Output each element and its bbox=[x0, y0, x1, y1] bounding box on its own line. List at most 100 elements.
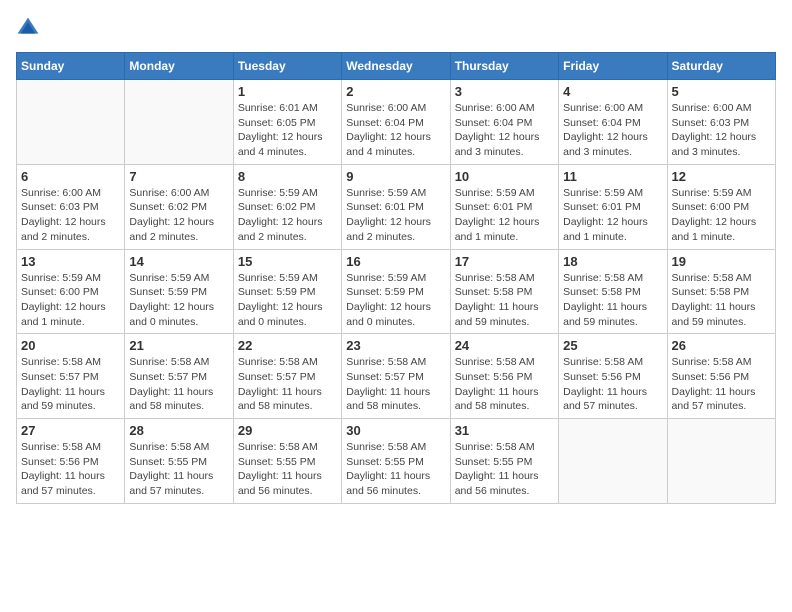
weekday-header-friday: Friday bbox=[559, 53, 667, 80]
day-info: Sunrise: 5:58 AM Sunset: 5:56 PM Dayligh… bbox=[455, 355, 554, 414]
day-info: Sunrise: 5:59 AM Sunset: 6:01 PM Dayligh… bbox=[346, 186, 445, 245]
day-number: 25 bbox=[563, 338, 662, 353]
day-number: 13 bbox=[21, 254, 120, 269]
calendar-cell: 30Sunrise: 5:58 AM Sunset: 5:55 PM Dayli… bbox=[342, 419, 450, 504]
day-info: Sunrise: 6:00 AM Sunset: 6:04 PM Dayligh… bbox=[455, 101, 554, 160]
day-number: 16 bbox=[346, 254, 445, 269]
calendar-cell: 12Sunrise: 5:59 AM Sunset: 6:00 PM Dayli… bbox=[667, 164, 775, 249]
calendar-cell: 14 Sunrise: 5:59 AM Sunset: 5:59 PM Dayli… bbox=[125, 249, 233, 334]
day-info: Sunrise: 5:59 AM Sunset: 6:01 PM Dayligh… bbox=[455, 186, 554, 245]
calendar-cell: 22Sunrise: 5:58 AM Sunset: 5:57 PM Dayli… bbox=[233, 334, 341, 419]
day-number: 1 bbox=[238, 84, 337, 99]
day-number: 24 bbox=[455, 338, 554, 353]
day-info: Sunrise: 6:01 AM Sunset: 6:05 PM Dayligh… bbox=[238, 101, 337, 160]
day-info: Sunrise: 5:58 AM Sunset: 5:55 PM Dayligh… bbox=[346, 440, 445, 499]
day-info: Sunrise: 5:59 AM Sunset: 6:01 PM Dayligh… bbox=[563, 186, 662, 245]
weekday-header-row: SundayMondayTuesdayWednesdayThursdayFrid… bbox=[17, 53, 776, 80]
calendar-cell: 4 Sunrise: 6:00 AM Sunset: 6:04 PM Daylig… bbox=[559, 80, 667, 165]
day-info: Sunrise: 6:00 AM Sunset: 6:02 PM Dayligh… bbox=[129, 186, 228, 245]
day-info: Sunrise: 5:59 AM Sunset: 6:02 PM Dayligh… bbox=[238, 186, 337, 245]
day-number: 21 bbox=[129, 338, 228, 353]
calendar-cell: 24 Sunrise: 5:58 AM Sunset: 5:56 PM Dayli… bbox=[450, 334, 558, 419]
calendar-cell bbox=[559, 419, 667, 504]
day-info: Sunrise: 5:58 AM Sunset: 5:57 PM Dayligh… bbox=[346, 355, 445, 414]
day-number: 2 bbox=[346, 84, 445, 99]
calendar-cell: 19 Sunrise: 5:58 AM Sunset: 5:58 PM Dayli… bbox=[667, 249, 775, 334]
calendar-week-row: 6 Sunrise: 6:00 AM Sunset: 6:03 PM Daylig… bbox=[17, 164, 776, 249]
calendar-cell: 31 Sunrise: 5:58 AM Sunset: 5:55 PM Dayli… bbox=[450, 419, 558, 504]
weekday-header-monday: Monday bbox=[125, 53, 233, 80]
calendar-cell: 25 Sunrise: 5:58 AM Sunset: 5:56 PM Dayli… bbox=[559, 334, 667, 419]
calendar-cell: 29 Sunrise: 5:58 AM Sunset: 5:55 PM Dayli… bbox=[233, 419, 341, 504]
weekday-header-wednesday: Wednesday bbox=[342, 53, 450, 80]
day-info: Sunrise: 6:00 AM Sunset: 6:04 PM Dayligh… bbox=[563, 101, 662, 160]
weekday-header-saturday: Saturday bbox=[667, 53, 775, 80]
calendar-cell: 26Sunrise: 5:58 AM Sunset: 5:56 PM Dayli… bbox=[667, 334, 775, 419]
weekday-header-thursday: Thursday bbox=[450, 53, 558, 80]
calendar-cell: 2 Sunrise: 6:00 AM Sunset: 6:04 PM Daylig… bbox=[342, 80, 450, 165]
day-number: 11 bbox=[563, 169, 662, 184]
calendar-cell: 28Sunrise: 5:58 AM Sunset: 5:55 PM Dayli… bbox=[125, 419, 233, 504]
day-number: 20 bbox=[21, 338, 120, 353]
day-info: Sunrise: 5:58 AM Sunset: 5:58 PM Dayligh… bbox=[672, 271, 771, 330]
calendar-cell: 17 Sunrise: 5:58 AM Sunset: 5:58 PM Dayli… bbox=[450, 249, 558, 334]
day-info: Sunrise: 5:58 AM Sunset: 5:58 PM Dayligh… bbox=[563, 271, 662, 330]
day-number: 7 bbox=[129, 169, 228, 184]
day-number: 23 bbox=[346, 338, 445, 353]
calendar-cell bbox=[667, 419, 775, 504]
day-number: 10 bbox=[455, 169, 554, 184]
calendar-cell: 15Sunrise: 5:59 AM Sunset: 5:59 PM Dayli… bbox=[233, 249, 341, 334]
page-header bbox=[16, 16, 776, 40]
day-info: Sunrise: 5:58 AM Sunset: 5:55 PM Dayligh… bbox=[238, 440, 337, 499]
weekday-header-tuesday: Tuesday bbox=[233, 53, 341, 80]
day-number: 28 bbox=[129, 423, 228, 438]
logo bbox=[16, 16, 44, 40]
day-number: 18 bbox=[563, 254, 662, 269]
day-info: Sunrise: 5:58 AM Sunset: 5:56 PM Dayligh… bbox=[21, 440, 120, 499]
calendar-week-row: 27Sunrise: 5:58 AM Sunset: 5:56 PM Dayli… bbox=[17, 419, 776, 504]
day-number: 29 bbox=[238, 423, 337, 438]
calendar-cell: 9 Sunrise: 5:59 AM Sunset: 6:01 PM Daylig… bbox=[342, 164, 450, 249]
day-number: 5 bbox=[672, 84, 771, 99]
calendar-cell: 1 Sunrise: 6:01 AM Sunset: 6:05 PM Daylig… bbox=[233, 80, 341, 165]
day-number: 6 bbox=[21, 169, 120, 184]
day-number: 4 bbox=[563, 84, 662, 99]
calendar-table: SundayMondayTuesdayWednesdayThursdayFrid… bbox=[16, 52, 776, 504]
day-info: Sunrise: 5:58 AM Sunset: 5:55 PM Dayligh… bbox=[455, 440, 554, 499]
day-info: Sunrise: 6:00 AM Sunset: 6:04 PM Dayligh… bbox=[346, 101, 445, 160]
calendar-cell: 13 Sunrise: 5:59 AM Sunset: 6:00 PM Dayli… bbox=[17, 249, 125, 334]
calendar-cell: 16 Sunrise: 5:59 AM Sunset: 5:59 PM Dayli… bbox=[342, 249, 450, 334]
day-number: 8 bbox=[238, 169, 337, 184]
calendar-cell: 10 Sunrise: 5:59 AM Sunset: 6:01 PM Dayli… bbox=[450, 164, 558, 249]
day-number: 26 bbox=[672, 338, 771, 353]
day-info: Sunrise: 5:58 AM Sunset: 5:57 PM Dayligh… bbox=[21, 355, 120, 414]
day-number: 15 bbox=[238, 254, 337, 269]
calendar-cell: 21 Sunrise: 5:58 AM Sunset: 5:57 PM Dayli… bbox=[125, 334, 233, 419]
day-info: Sunrise: 5:58 AM Sunset: 5:56 PM Dayligh… bbox=[563, 355, 662, 414]
day-info: Sunrise: 5:58 AM Sunset: 5:57 PM Dayligh… bbox=[129, 355, 228, 414]
calendar-cell bbox=[17, 80, 125, 165]
day-number: 3 bbox=[455, 84, 554, 99]
day-info: Sunrise: 6:00 AM Sunset: 6:03 PM Dayligh… bbox=[672, 101, 771, 160]
day-info: Sunrise: 5:59 AM Sunset: 5:59 PM Dayligh… bbox=[129, 271, 228, 330]
logo-icon bbox=[16, 16, 40, 40]
calendar-cell: 7 Sunrise: 6:00 AM Sunset: 6:02 PM Daylig… bbox=[125, 164, 233, 249]
day-info: Sunrise: 5:59 AM Sunset: 6:00 PM Dayligh… bbox=[21, 271, 120, 330]
calendar-cell: 11 Sunrise: 5:59 AM Sunset: 6:01 PM Dayli… bbox=[559, 164, 667, 249]
day-number: 19 bbox=[672, 254, 771, 269]
day-info: Sunrise: 5:58 AM Sunset: 5:58 PM Dayligh… bbox=[455, 271, 554, 330]
calendar-week-row: 20 Sunrise: 5:58 AM Sunset: 5:57 PM Dayli… bbox=[17, 334, 776, 419]
day-info: Sunrise: 5:59 AM Sunset: 5:59 PM Dayligh… bbox=[346, 271, 445, 330]
day-number: 9 bbox=[346, 169, 445, 184]
calendar-cell: 20 Sunrise: 5:58 AM Sunset: 5:57 PM Dayli… bbox=[17, 334, 125, 419]
calendar-cell: 27Sunrise: 5:58 AM Sunset: 5:56 PM Dayli… bbox=[17, 419, 125, 504]
day-number: 31 bbox=[455, 423, 554, 438]
day-info: Sunrise: 5:59 AM Sunset: 6:00 PM Dayligh… bbox=[672, 186, 771, 245]
calendar-cell: 3 Sunrise: 6:00 AM Sunset: 6:04 PM Daylig… bbox=[450, 80, 558, 165]
calendar-cell: 8 Sunrise: 5:59 AM Sunset: 6:02 PM Daylig… bbox=[233, 164, 341, 249]
calendar-week-row: 1 Sunrise: 6:01 AM Sunset: 6:05 PM Daylig… bbox=[17, 80, 776, 165]
day-number: 17 bbox=[455, 254, 554, 269]
day-number: 14 bbox=[129, 254, 228, 269]
day-info: Sunrise: 6:00 AM Sunset: 6:03 PM Dayligh… bbox=[21, 186, 120, 245]
calendar-cell: 23 Sunrise: 5:58 AM Sunset: 5:57 PM Dayli… bbox=[342, 334, 450, 419]
